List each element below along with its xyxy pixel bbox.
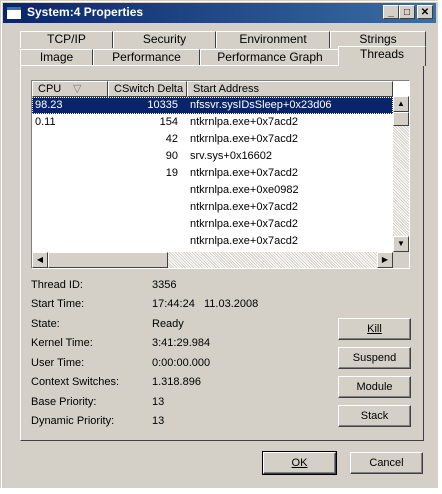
address-cell: ntkrnlpa.exe+0x7acd2 xyxy=(190,218,298,230)
kill-button[interactable]: Kill xyxy=(338,318,411,340)
base-priority-value: 13 xyxy=(152,396,165,408)
address-cell: srv.sys+0x16602 xyxy=(190,150,273,162)
user-time-value: 0:00:00.000 xyxy=(152,357,211,369)
scroll-down-icon[interactable]: ▼ xyxy=(393,236,409,252)
table-row[interactable]: ntkrnlpa.exe+0xe0982 xyxy=(32,182,393,199)
cpu-cell: 0.11 xyxy=(35,116,56,128)
title-bar[interactable]: System:4 Properties _ □ ✕ xyxy=(3,3,436,23)
scroll-up-icon[interactable]: ▲ xyxy=(393,96,409,112)
stack-button-label: Stack xyxy=(360,410,389,422)
column-header-cpu-label: CPU xyxy=(38,83,62,95)
tab-performance-graph[interactable]: Performance Graph xyxy=(200,49,340,66)
cswitch-cell: 42 xyxy=(165,133,178,145)
tab-security[interactable]: Security xyxy=(113,31,216,48)
column-header-start-address[interactable]: Start Address xyxy=(187,81,393,97)
cswitch-cell: 90 xyxy=(165,150,178,162)
tab-performance[interactable]: Performance xyxy=(93,49,200,66)
cswitch-cell: 19 xyxy=(165,167,178,179)
tab-tcpip[interactable]: TCP/IP xyxy=(20,31,113,48)
address-cell: nfssvr.sysIDsSleep+0x23d06 xyxy=(190,99,332,111)
address-cell: ntkrnlpa.exe+0x7acd2 xyxy=(190,133,298,145)
scroll-right-icon[interactable]: ▶ xyxy=(377,252,393,268)
vertical-scroll-thumb[interactable] xyxy=(393,112,409,126)
address-cell: ntkrnlpa.exe+0x7acd2 xyxy=(190,167,298,179)
start-time-value: 17:44:24 11.03.2008 xyxy=(152,298,259,310)
kill-button-label: Kill xyxy=(367,323,382,335)
horizontal-scrollbar[interactable]: ◀ ▶ xyxy=(32,252,393,268)
background-edge xyxy=(438,0,442,494)
cswitch-cell: 154 xyxy=(159,116,178,128)
thread-id-label: Thread ID: xyxy=(31,279,83,291)
state-label: State: xyxy=(31,318,60,330)
column-header-cpu[interactable]: CPU ▽ xyxy=(32,81,108,97)
stack-button[interactable]: Stack xyxy=(338,405,411,427)
module-button-label: Module xyxy=(356,381,393,393)
table-row[interactable]: 0.11 154 ntkrnlpa.exe+0x7acd2 xyxy=(32,114,393,131)
threads-list[interactable]: CPU ▽ CSwitch Delta Start Address 98.23 … xyxy=(31,80,410,269)
table-row[interactable]: ntkrnlpa.exe+0x7acd2 xyxy=(32,233,393,250)
table-row[interactable]: 42 ntkrnlpa.exe+0x7acd2 xyxy=(32,131,393,148)
window-title: System:4 Properties xyxy=(27,5,144,19)
horizontal-scroll-thumb[interactable] xyxy=(48,252,168,268)
dynamic-priority-label: Dynamic Priority: xyxy=(31,415,115,427)
dynamic-priority-value: 13 xyxy=(152,415,165,427)
module-button[interactable]: Module xyxy=(338,376,411,398)
cancel-button-label: Cancel xyxy=(369,457,404,469)
cancel-button[interactable]: Cancel xyxy=(350,452,423,474)
kernel-time-label: Kernel Time: xyxy=(31,337,93,349)
suspend-button[interactable]: Suspend xyxy=(338,347,411,369)
cpu-cell: 98.23 xyxy=(35,99,63,111)
user-time-label: User Time: xyxy=(31,357,85,369)
start-time-label: Start Time: xyxy=(31,298,85,310)
address-cell: ntkrnlpa.exe+0x7acd2 xyxy=(190,201,298,213)
state-value: Ready xyxy=(152,318,184,330)
sort-arrow-icon: ▽ xyxy=(73,83,82,95)
scroll-left-icon[interactable]: ◀ xyxy=(32,252,48,268)
tab-threads[interactable]: Threads xyxy=(338,46,426,66)
address-cell: ntkrnlpa.exe+0x7acd2 xyxy=(190,116,298,128)
ok-button[interactable]: OK xyxy=(262,451,337,475)
tab-environment[interactable]: Environment xyxy=(216,31,330,48)
context-switches-label: Context Switches: xyxy=(31,376,120,388)
close-button[interactable]: ✕ xyxy=(417,5,433,19)
address-cell: ntkrnlpa.exe+0x7acd2 xyxy=(190,235,298,247)
table-row[interactable]: 98.23 10335 nfssvr.sysIDsSleep+0x23d06 xyxy=(32,97,393,114)
context-switches-value: 1.318.896 xyxy=(152,376,201,388)
base-priority-label: Base Priority: xyxy=(31,396,97,408)
thread-id-value: 3356 xyxy=(152,279,177,291)
table-row[interactable]: 19 ntkrnlpa.exe+0x7acd2 xyxy=(32,165,393,182)
tab-image[interactable]: Image xyxy=(20,49,93,66)
address-cell: ntkrnlpa.exe+0xe0982 xyxy=(190,184,299,196)
ok-button-label: OK xyxy=(291,457,308,469)
column-header-cswitch-delta[interactable]: CSwitch Delta xyxy=(108,81,187,97)
minimize-button[interactable]: _ xyxy=(383,5,399,19)
vertical-scrollbar[interactable]: ▲ ▼ xyxy=(393,96,409,252)
table-row[interactable]: ntkrnlpa.exe+0x7acd2 xyxy=(32,216,393,233)
app-icon xyxy=(6,6,22,20)
maximize-button[interactable]: □ xyxy=(399,5,415,19)
cswitch-cell: 10335 xyxy=(147,99,178,111)
kernel-time-value: 3:41:29.984 xyxy=(152,337,211,349)
scroll-corner xyxy=(393,252,409,268)
suspend-button-label: Suspend xyxy=(352,352,397,364)
table-row[interactable]: ntkrnlpa.exe+0x7acd2 xyxy=(32,199,393,216)
table-row[interactable]: 90 srv.sys+0x16602 xyxy=(32,148,393,165)
background-strip xyxy=(0,488,442,494)
